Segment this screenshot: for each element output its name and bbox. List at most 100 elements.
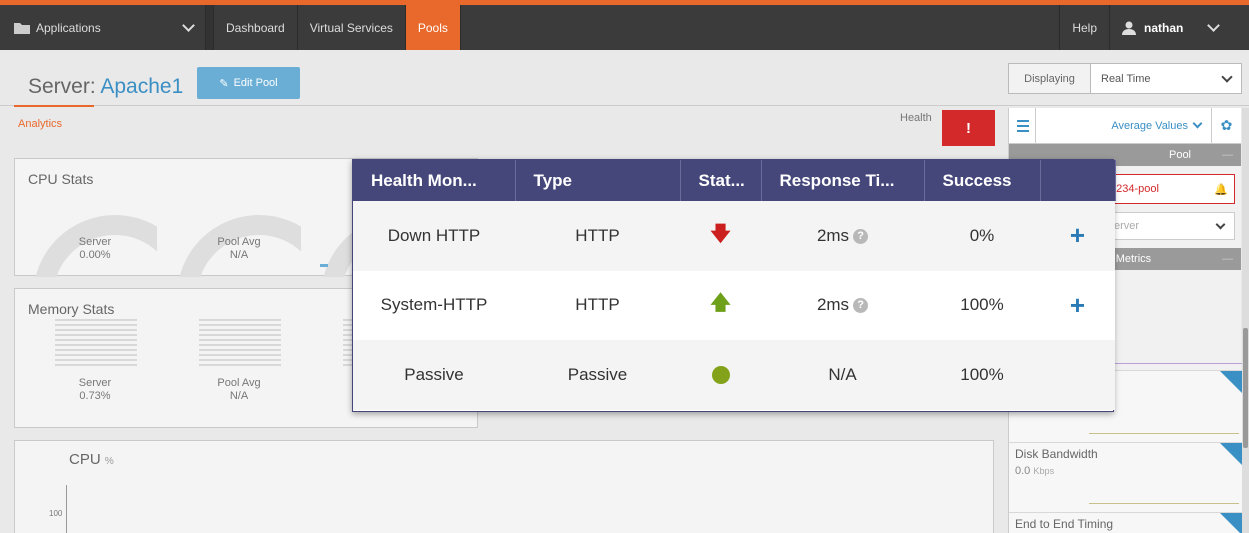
memory-pool-bars bbox=[199, 319, 281, 369]
monitor-name: Passive bbox=[353, 340, 515, 410]
metric-trend-line bbox=[1089, 503, 1239, 504]
cpu-chart-tick: 100 bbox=[49, 509, 63, 518]
column-header-response[interactable]: Response Ti... bbox=[761, 160, 925, 201]
bell-icon: 🔔 bbox=[1214, 183, 1228, 196]
cpu-server-label: Server 0.00% bbox=[55, 236, 135, 262]
username: nathan bbox=[1144, 20, 1184, 35]
health-monitor-table: Health Mon... Type Stat... Response Ti..… bbox=[353, 160, 1116, 410]
memory-server-value: 0.73% bbox=[79, 390, 111, 402]
status-dot-icon bbox=[711, 366, 730, 385]
health-monitor-popup: Health Mon... Type Stat... Response Ti..… bbox=[352, 159, 1116, 412]
table-row: Passive Passive N/A 100% bbox=[353, 340, 1115, 410]
health-alert-button[interactable]: ! bbox=[942, 110, 995, 146]
monitor-type: HTTP bbox=[515, 201, 680, 271]
gauge-marker bbox=[320, 264, 328, 267]
help-icon[interactable]: ? bbox=[853, 228, 869, 244]
help-link[interactable]: Help bbox=[1059, 5, 1109, 50]
gear-icon[interactable]: ✿ bbox=[1211, 108, 1241, 143]
table-row: Down HTTP HTTP 🡇 2ms? 0% + bbox=[353, 201, 1115, 271]
expand-corner-icon[interactable] bbox=[1220, 443, 1242, 465]
memory-pool-caption: Pool Avg bbox=[217, 377, 261, 389]
memory-pool-value: N/A bbox=[229, 390, 249, 402]
tab-dashboard[interactable]: Dashboard bbox=[214, 5, 298, 50]
end-to-end-tile[interactable]: End to End Timing bbox=[1009, 512, 1242, 533]
table-header-row: Health Mon... Type Stat... Response Ti..… bbox=[353, 160, 1116, 201]
column-header-success[interactable]: Success bbox=[924, 160, 1041, 201]
success-rate: 100% bbox=[924, 340, 1040, 410]
response-cell: N/A bbox=[761, 340, 924, 410]
cpu-pool-value: N/A bbox=[229, 249, 249, 261]
pool-section-label: Pool bbox=[1168, 149, 1192, 161]
monitor-name: System-HTTP bbox=[353, 270, 515, 340]
success-rate: 100% bbox=[924, 270, 1040, 340]
displaying-value: Real Time bbox=[1101, 72, 1151, 85]
column-header-type[interactable]: Type bbox=[515, 160, 681, 201]
help-icon[interactable]: ? bbox=[853, 298, 869, 314]
disk-bandwidth-number: 0.0 bbox=[1015, 465, 1031, 477]
expand-corner-icon[interactable] bbox=[1220, 371, 1242, 393]
health-label: Health bbox=[900, 112, 932, 124]
applications-label: Applications bbox=[36, 20, 101, 35]
cpu-chart-axis bbox=[66, 485, 67, 533]
collapse-icon[interactable]: — bbox=[1222, 253, 1233, 265]
menu-icon[interactable] bbox=[1009, 119, 1035, 132]
response-time: 2ms bbox=[816, 225, 850, 245]
status-cell: 🡇 bbox=[680, 201, 761, 271]
cpu-chart-card: CPU % 100 bbox=[14, 440, 994, 533]
sidebar-scrollbar[interactable] bbox=[1242, 108, 1249, 533]
table-row: System-HTTP HTTP 🡅 2ms? 100% + bbox=[353, 270, 1115, 340]
server-prefix: Server: bbox=[28, 75, 96, 98]
tab-virtual-services[interactable]: Virtual Services bbox=[298, 5, 406, 50]
response-cell: 2ms? bbox=[761, 270, 924, 340]
memory-pool-label: Pool Avg N/A bbox=[199, 377, 279, 403]
displaying-label: Displaying bbox=[1009, 64, 1091, 93]
applications-menu[interactable]: Applications bbox=[0, 5, 206, 50]
average-values-label: Average Values bbox=[1111, 119, 1188, 132]
sidebar-toolbar: Average Values ✿ bbox=[1009, 108, 1241, 144]
tab-analytics[interactable]: Analytics bbox=[18, 118, 62, 130]
response-cell: 2ms? bbox=[761, 201, 924, 271]
user-icon bbox=[1122, 21, 1136, 35]
edit-pool-button[interactable]: ✎ Edit Pool bbox=[197, 67, 300, 99]
monitor-type: Passive bbox=[515, 340, 680, 410]
column-header-status[interactable]: Stat... bbox=[680, 160, 762, 201]
pencil-icon: ✎ bbox=[219, 77, 229, 90]
average-values-select[interactable]: Average Values bbox=[1035, 108, 1211, 143]
plus-icon[interactable]: + bbox=[1070, 220, 1085, 250]
chevron-down-icon bbox=[1207, 19, 1221, 32]
cpu-pool-caption: Pool Avg bbox=[217, 236, 261, 248]
nav-divider bbox=[206, 5, 214, 50]
time-range-select[interactable]: Displaying Real Time bbox=[1008, 63, 1242, 94]
page-header: Server: Apache1 ✎ Edit Pool Displaying R… bbox=[0, 50, 1249, 106]
memory-stats-title: Memory Stats bbox=[28, 301, 115, 317]
status-cell bbox=[680, 340, 761, 410]
server-select-text: erver bbox=[1114, 220, 1140, 232]
disk-bandwidth-title: Disk Bandwidth bbox=[1015, 447, 1098, 461]
action-cell bbox=[1040, 340, 1115, 410]
monitor-type: HTTP bbox=[515, 270, 680, 340]
disk-bandwidth-tile[interactable]: Disk Bandwidth 0.0 Kbps bbox=[1009, 442, 1242, 512]
chevron-down-icon bbox=[1221, 70, 1233, 83]
metric-trend-line bbox=[1089, 433, 1239, 434]
server-name: Apache1 bbox=[100, 75, 184, 98]
chevron-down-icon bbox=[182, 19, 195, 32]
user-menu[interactable]: nathan bbox=[1109, 5, 1249, 50]
pool-name-text: 1234-pool bbox=[1110, 183, 1159, 195]
folder-icon bbox=[14, 22, 30, 34]
plus-icon[interactable]: + bbox=[1070, 290, 1085, 320]
column-header-monitor[interactable]: Health Mon... bbox=[353, 160, 516, 201]
tab-pools[interactable]: Pools bbox=[405, 5, 461, 50]
active-tab-indicator bbox=[14, 105, 94, 107]
disk-bandwidth-unit: Kbps bbox=[1033, 466, 1055, 476]
top-nav-bar: Applications Dashboard Virtual Services … bbox=[0, 0, 1249, 50]
column-header-action bbox=[1040, 160, 1116, 201]
page-title: Server: Apache1 bbox=[28, 75, 183, 99]
scrollbar-thumb[interactable] bbox=[1243, 328, 1248, 448]
expand-corner-icon[interactable] bbox=[1220, 513, 1242, 533]
cpu-server-caption: Server bbox=[78, 236, 112, 248]
memory-server-label: Server 0.73% bbox=[55, 377, 135, 403]
success-rate: 0% bbox=[924, 201, 1040, 271]
collapse-icon[interactable]: — bbox=[1222, 149, 1233, 161]
cpu-stats-title: CPU Stats bbox=[28, 171, 94, 187]
action-cell: + bbox=[1040, 270, 1115, 340]
